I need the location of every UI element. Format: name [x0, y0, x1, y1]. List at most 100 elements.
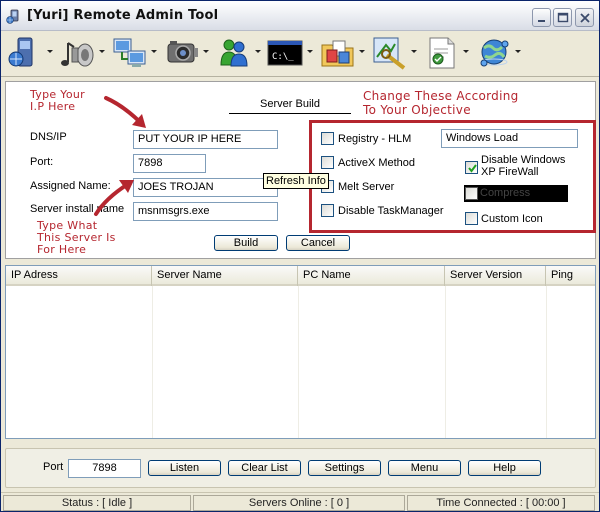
main-window: [Yuri] Remote Admin Tool C:\_ Type Your … — [0, 0, 600, 512]
messenger-icon — [220, 39, 248, 67]
command-prompt-icon: C:\_ — [267, 40, 303, 66]
close-button[interactable] — [575, 8, 594, 27]
network-dropdown-arrow[interactable] — [151, 50, 157, 53]
column-divider — [152, 286, 153, 438]
toolbar: C:\_ — [1, 31, 599, 77]
port-input[interactable]: 7898 — [133, 154, 206, 173]
messenger-dropdown-arrow[interactable] — [255, 50, 261, 53]
custom-icon-checkbox[interactable] — [465, 212, 478, 225]
disable-taskmanager-label: Disable TaskManager — [338, 205, 444, 217]
window-title: [Yuri] Remote Admin Tool — [27, 8, 219, 23]
port-label: Port: — [30, 156, 54, 168]
dns-label: DNS/IP — [30, 131, 67, 143]
column-divider — [445, 286, 446, 438]
settings-document-icon — [429, 37, 455, 69]
messenger-tool[interactable] — [215, 33, 265, 73]
listen-button[interactable]: Listen — [148, 460, 221, 476]
list-header: IP Adress Server Name PC Name Server Ver… — [6, 266, 595, 286]
firewall-label-line: Disable Windows — [481, 154, 566, 166]
file-manager-dropdown-arrow[interactable] — [359, 50, 365, 53]
music-icon — [61, 42, 94, 67]
column-divider — [298, 286, 299, 438]
custom-icon-label: Custom Icon — [481, 213, 543, 225]
file-manager-icon — [321, 40, 354, 67]
dns-ip-input[interactable]: PUT YOUR IP HERE — [133, 130, 278, 149]
command-prompt-dropdown-arrow[interactable] — [307, 50, 313, 53]
settings-document-tool[interactable] — [423, 33, 473, 73]
server-list[interactable]: IP Adress Server Name PC Name Server Ver… — [5, 265, 596, 439]
webcam-icon — [167, 41, 198, 63]
activex-checkbox[interactable] — [321, 156, 334, 169]
column-server-name[interactable]: Server Name — [152, 266, 298, 286]
tools-tool[interactable] — [371, 33, 421, 73]
annotation-type-ip: Type Your I.P Here — [30, 89, 85, 113]
menu-button[interactable]: Menu — [388, 460, 461, 476]
compress-checkbox[interactable] — [465, 187, 478, 200]
column-pc-name[interactable]: PC Name — [298, 266, 445, 286]
column-divider — [546, 286, 547, 438]
column-server-version[interactable]: Server Version — [445, 266, 546, 286]
app-icon — [6, 9, 19, 24]
listen-port-label: Port — [43, 461, 64, 473]
network-icon — [113, 38, 146, 67]
servers-online-cell: Servers Online : [ 0 ] — [193, 495, 405, 511]
network-tool[interactable] — [111, 33, 161, 73]
compress-option[interactable]: Compress — [464, 185, 568, 202]
client-dropdown-arrow[interactable] — [47, 50, 53, 53]
clear-list-button[interactable]: Clear List — [228, 460, 301, 476]
column-ip-address[interactable]: IP Adress — [6, 266, 152, 286]
firewall-label: Disable Windows XP FireWall — [481, 154, 565, 178]
settings-button[interactable]: Settings — [308, 460, 381, 476]
cancel-button[interactable]: Cancel — [286, 235, 350, 251]
annotation-line: I.P Here — [30, 100, 76, 113]
title-bar[interactable]: [Yuri] Remote Admin Tool — [1, 1, 599, 31]
maximize-icon — [557, 12, 569, 23]
melt-server-label: Melt Server — [338, 181, 395, 193]
annotation-line: To Your Objective — [363, 103, 471, 117]
minimize-icon — [538, 20, 545, 22]
annotation-line: Change These According — [363, 89, 519, 103]
command-prompt-tool[interactable]: C:\_ — [267, 33, 317, 73]
internet-icon — [480, 39, 509, 67]
tools-dropdown-arrow[interactable] — [411, 50, 417, 53]
registry-label: Registry - HLM — [338, 133, 412, 145]
tools-icon — [373, 37, 406, 70]
webcam-tool[interactable] — [163, 33, 213, 73]
annotation-change-these: Change These According To Your Objective — [363, 89, 519, 117]
annotation-type-what: Type What This Server Is For Here — [37, 220, 116, 256]
divider — [229, 113, 351, 114]
music-tool[interactable] — [59, 33, 109, 73]
arrow-to-assigned-icon — [94, 180, 134, 216]
svg-text:C:\_: C:\_ — [272, 52, 294, 62]
registry-checkbox[interactable] — [321, 132, 334, 145]
disable-taskmanager-checkbox[interactable] — [321, 204, 334, 217]
status-cell: Status : [ Idle ] — [3, 495, 191, 511]
client-icon — [8, 37, 33, 67]
assigned-name-input[interactable]: JOES TROJAN — [133, 178, 278, 197]
firewall-checkbox[interactable] — [465, 161, 478, 174]
file-manager-tool[interactable] — [319, 33, 369, 73]
annotation-line: For Here — [37, 243, 87, 256]
internet-tool[interactable] — [475, 33, 525, 73]
maximize-button[interactable] — [553, 8, 572, 27]
column-ping[interactable]: Ping — [546, 266, 595, 286]
webcam-dropdown-arrow[interactable] — [203, 50, 209, 53]
build-button[interactable]: Build — [214, 235, 278, 251]
settings-document-dropdown-arrow[interactable] — [463, 50, 469, 53]
refresh-info-tooltip: Refresh Info — [263, 173, 329, 189]
minimize-button[interactable] — [532, 8, 551, 27]
close-icon — [580, 13, 590, 23]
status-bar: Status : [ Idle ] Servers Online : [ 0 ]… — [1, 492, 599, 511]
help-button[interactable]: Help — [468, 460, 541, 476]
activex-label: ActiveX Method — [338, 157, 416, 169]
server-build-title: Server Build — [260, 98, 320, 110]
music-dropdown-arrow[interactable] — [99, 50, 105, 53]
install-name-input[interactable]: msnmsgrs.exe — [133, 202, 278, 221]
client-tool[interactable] — [7, 33, 57, 73]
firewall-label-line: XP FireWall — [481, 166, 539, 178]
arrow-to-ip-icon — [104, 96, 146, 128]
registry-value-input[interactable]: Windows Load — [441, 129, 578, 148]
internet-dropdown-arrow[interactable] — [515, 50, 521, 53]
bottom-controls: Port 7898 Listen Clear List Settings Men… — [5, 448, 596, 488]
listen-port-input[interactable]: 7898 — [68, 459, 141, 478]
